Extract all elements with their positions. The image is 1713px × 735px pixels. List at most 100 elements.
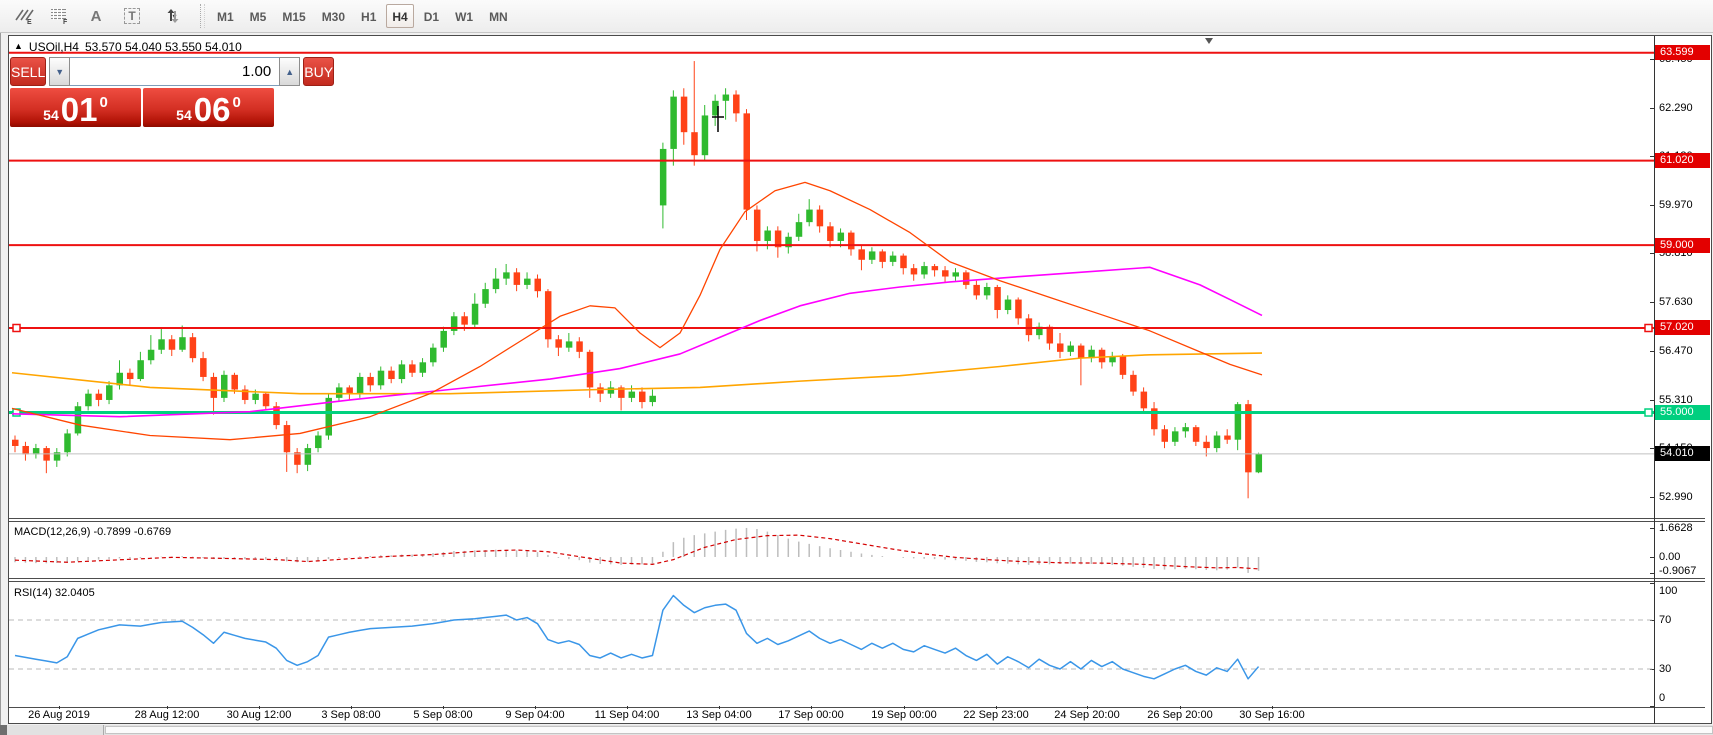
candle	[932, 266, 939, 270]
candle	[367, 377, 374, 385]
candle	[1005, 300, 1012, 310]
ask-price-small: 54	[176, 108, 192, 122]
svg-text:E: E	[27, 19, 32, 26]
text-box-icon-button[interactable]: T	[116, 3, 148, 29]
candle	[388, 371, 395, 379]
timeframe-button-h1[interactable]: H1	[355, 4, 382, 28]
candle	[691, 132, 698, 155]
candle	[315, 436, 322, 449]
candle	[169, 339, 176, 349]
candle	[231, 375, 238, 390]
triangle-down-icon: ▼	[55, 67, 64, 77]
candle	[158, 339, 165, 349]
rsi-tick-label: 30	[1659, 662, 1711, 676]
candle	[994, 287, 1001, 310]
timeframe-button-h4[interactable]: H4	[386, 4, 413, 28]
candle	[64, 433, 71, 452]
candle	[22, 446, 29, 454]
triangle-up-icon: ▲	[285, 67, 294, 77]
price-badge-61.020: 61.020	[1655, 153, 1710, 168]
scale-tick-label: 52.990	[1659, 490, 1711, 504]
candle	[1172, 431, 1179, 441]
candle	[858, 249, 865, 259]
expert-chart-icon-button[interactable]: E	[8, 3, 40, 29]
bid-price-small: 54	[43, 108, 59, 122]
cycle-arrows-button[interactable]: ▾	[152, 3, 194, 29]
candle	[817, 210, 824, 227]
time-axis-label: 9 Sep 04:00	[505, 709, 564, 721]
timeframe-button-m5[interactable]: M5	[244, 4, 273, 28]
candle	[869, 251, 876, 259]
candle	[493, 279, 500, 289]
pane-separator[interactable]	[9, 518, 1705, 519]
candle	[576, 341, 583, 351]
pane-separator[interactable]	[9, 578, 1705, 579]
candle	[221, 375, 228, 398]
candle	[430, 348, 437, 363]
candle	[597, 387, 604, 393]
text-label-icon-button[interactable]: A	[80, 3, 112, 29]
candle	[639, 392, 646, 402]
timeframe-button-d1[interactable]: D1	[418, 4, 445, 28]
candle	[1182, 427, 1189, 431]
candle	[190, 337, 197, 358]
candle	[284, 425, 291, 452]
text-box-icon: T	[124, 8, 139, 24]
timeframe-button-mn[interactable]: MN	[483, 4, 514, 28]
time-axis-label: 26 Sep 20:00	[1147, 709, 1212, 721]
candle	[137, 360, 144, 379]
candle	[179, 337, 186, 350]
candle	[942, 270, 949, 276]
price-badge-55.000: 55.000	[1655, 405, 1710, 420]
candle	[587, 352, 594, 388]
time-axis-label: 26 Aug 2019	[28, 709, 90, 721]
volume-increase-button[interactable]: ▲	[279, 57, 300, 86]
grid-icon-button[interactable]: F	[44, 3, 76, 29]
candle	[1214, 436, 1221, 449]
time-axis-label: 3 Sep 08:00	[321, 709, 380, 721]
candle	[252, 394, 259, 400]
timeframe-bar: M1M5M15M30H1H4D1W1MN	[211, 4, 518, 28]
buy-button[interactable]: BUY	[303, 57, 334, 86]
candle	[524, 279, 531, 285]
one-click-trade-panel: SELL ▼ ▲ BUY 54 01 0 54 06 0	[10, 57, 274, 127]
toolbar-separator	[200, 4, 205, 28]
line-handle	[13, 324, 20, 331]
candle	[963, 272, 970, 285]
candle	[535, 279, 542, 292]
sell-button[interactable]: SELL	[10, 57, 46, 86]
candle	[806, 210, 813, 223]
candle	[723, 95, 730, 101]
volume-stepper: ▼ ▲	[49, 57, 300, 86]
candle	[953, 272, 960, 276]
candle	[764, 231, 771, 241]
candle	[409, 364, 416, 372]
scrollbar-track[interactable]	[105, 726, 1713, 734]
price-badge-63.599: 63.599	[1655, 45, 1710, 60]
candle	[555, 339, 562, 347]
timeframe-button-m30[interactable]: M30	[316, 4, 351, 28]
time-axis-label: 30 Sep 16:00	[1239, 709, 1304, 721]
timeframe-button-m1[interactable]: M1	[211, 4, 240, 28]
candle	[545, 291, 552, 339]
candle	[1235, 404, 1242, 440]
macd-pane-canvas[interactable]	[9, 521, 1654, 578]
time-axis-label: 5 Sep 08:00	[413, 709, 472, 721]
candle	[984, 287, 991, 295]
timeframe-button-w1[interactable]: W1	[449, 4, 479, 28]
scale-tick-label: 56.470	[1659, 344, 1711, 358]
macd-tick-label: 0.00	[1659, 550, 1711, 564]
candle	[827, 226, 834, 241]
rsi-line	[15, 596, 1259, 679]
volume-decrease-button[interactable]: ▼	[49, 57, 70, 86]
timeframe-button-m15[interactable]: M15	[276, 4, 311, 28]
rsi-pane-canvas[interactable]	[9, 582, 1654, 707]
candle	[1203, 442, 1210, 448]
ask-quote-panel[interactable]: 54 06 0	[143, 88, 274, 127]
candle	[1130, 375, 1137, 392]
candle	[921, 266, 928, 274]
candle	[148, 350, 155, 360]
candle	[1141, 392, 1148, 409]
volume-input[interactable]	[70, 57, 279, 86]
bid-quote-panel[interactable]: 54 01 0	[10, 88, 141, 127]
